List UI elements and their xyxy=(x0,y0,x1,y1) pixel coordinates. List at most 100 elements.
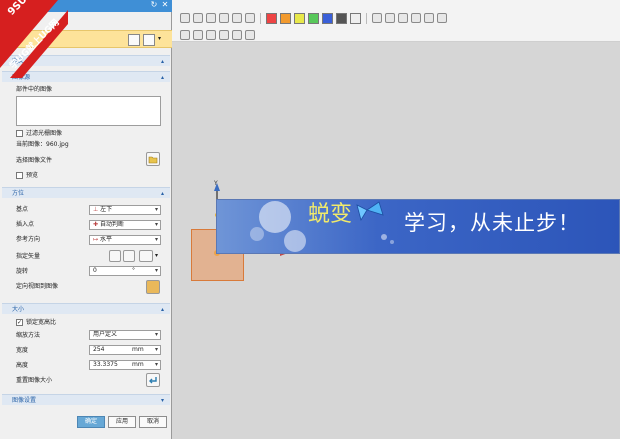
toolbar-row-2 xyxy=(180,28,255,42)
width-value: 254 xyxy=(93,346,105,353)
filter-icon[interactable] xyxy=(143,34,155,46)
body-icon[interactable] xyxy=(245,30,255,40)
section-size[interactable]: 大小 ▴ xyxy=(2,303,170,314)
collapse-icon[interactable]: ▴ xyxy=(161,56,164,67)
height-input[interactable]: 33.3375 mm ▾ xyxy=(89,360,161,370)
orient-view-icon[interactable] xyxy=(146,280,160,294)
toolbar-separator xyxy=(366,12,367,24)
line-icon[interactable] xyxy=(206,30,216,40)
watermark-badge: 9SUG 学UG就上UG网 xyxy=(0,0,68,78)
insertion-point-value: 自动判断 xyxy=(99,221,124,228)
reset-size-icon[interactable] xyxy=(146,373,160,387)
section-title: 大小 xyxy=(12,306,25,313)
reference-direction-label: 参考方向 xyxy=(16,236,41,243)
images-in-part-list[interactable] xyxy=(16,96,161,126)
chevron-down-icon: ▾ xyxy=(154,267,158,274)
pattern-icon[interactable] xyxy=(232,13,242,23)
reference-direction-value: 水平 xyxy=(99,236,112,243)
pencil-icon[interactable] xyxy=(437,13,447,23)
section-image-settings[interactable]: 图像设置 ▾ xyxy=(2,394,170,405)
close-icon[interactable]: ✕ xyxy=(161,1,169,9)
width-unit: mm xyxy=(132,346,144,353)
chevron-down-icon: ▾ xyxy=(154,206,158,213)
plane-icon[interactable] xyxy=(398,13,408,23)
swatch-yellow[interactable] xyxy=(294,12,305,24)
swatch-green[interactable] xyxy=(308,12,319,24)
collapse-icon[interactable]: ▴ xyxy=(161,304,164,315)
rotation-value: 0 xyxy=(93,267,97,274)
vector-axis-icon[interactable] xyxy=(123,250,135,262)
swatch-red[interactable] xyxy=(266,12,277,24)
images-in-part-label: 部件中的图像 xyxy=(16,86,53,93)
filter-raster-label: 过滤光栅图像 xyxy=(26,130,63,137)
lock-aspect-label: 锁定宽高比 xyxy=(26,319,57,326)
height-unit: mm xyxy=(132,361,144,368)
dropdown-icon[interactable] xyxy=(245,13,255,23)
point-icon: ✚ xyxy=(93,221,100,228)
chevron-down-icon: ▾ xyxy=(154,331,158,338)
lock-aspect-checkbox[interactable]: ✓ xyxy=(16,319,23,326)
select-icon[interactable] xyxy=(128,34,140,46)
box-icon[interactable] xyxy=(372,13,382,23)
filter-raster-checkbox[interactable] xyxy=(16,130,23,137)
swatch-white[interactable] xyxy=(350,12,361,24)
open-folder-icon[interactable] xyxy=(146,152,160,166)
ok-button[interactable]: 确定 xyxy=(77,416,105,428)
rotation-unit: ° xyxy=(132,267,135,274)
base-point-label: 基点 xyxy=(16,206,29,213)
toolbar-separator xyxy=(260,12,261,24)
reference-direction-select[interactable]: ↦ 水平 ▾ xyxy=(89,235,161,245)
chevron-down-icon[interactable]: ▾ xyxy=(155,252,158,259)
chevron-down-icon[interactable]: ▾ xyxy=(158,35,161,42)
width-label: 宽度 xyxy=(16,347,29,354)
section-title: 图像设置 xyxy=(12,397,37,404)
insertion-point-label: 插入点 xyxy=(16,221,35,228)
banner-text-2: 学习，从未止步！ xyxy=(404,211,580,235)
apply-button[interactable]: 应用 xyxy=(108,416,136,428)
rotation-input[interactable]: 0 ° ▾ xyxy=(89,266,161,276)
cancel-button[interactable]: 取消 xyxy=(139,416,167,428)
collapse-icon[interactable]: ▴ xyxy=(161,72,164,83)
height-label: 高度 xyxy=(16,362,29,369)
face-icon[interactable] xyxy=(232,30,242,40)
reset-icon[interactable]: ↻ xyxy=(150,1,158,9)
transform-icon[interactable] xyxy=(219,13,229,23)
select-image-file-label: 选择图像文件 xyxy=(16,157,53,164)
fill-icon[interactable] xyxy=(180,13,190,23)
banner-text-1: 蜕变 xyxy=(308,202,353,227)
chevron-down-icon: ▾ xyxy=(154,236,158,243)
swatch-dark[interactable] xyxy=(336,12,347,24)
collapse-icon[interactable]: ▴ xyxy=(161,188,164,199)
arc-icon[interactable] xyxy=(219,30,229,40)
width-input[interactable]: 254 mm ▾ xyxy=(89,345,161,355)
swatch-orange[interactable] xyxy=(280,12,291,24)
insertion-point-select[interactable]: ✚ 自动判断 ▾ xyxy=(89,220,161,230)
section-orientation[interactable]: 方位 ▴ xyxy=(2,187,170,198)
chevron-down-icon: ▾ xyxy=(154,346,158,353)
toolbar-row-1 xyxy=(180,11,447,25)
swatch-blue[interactable] xyxy=(322,12,333,24)
layer-icon[interactable] xyxy=(424,13,434,23)
sketch-icon[interactable] xyxy=(206,13,216,23)
view-icon[interactable] xyxy=(385,13,395,23)
scale-method-label: 缩放方法 xyxy=(16,332,41,339)
point-icon[interactable] xyxy=(193,30,203,40)
curve-icon[interactable] xyxy=(193,13,203,23)
reset-size-label: 重置图像大小 xyxy=(16,377,53,384)
svg-text:Y: Y xyxy=(213,180,218,187)
height-value: 33.3375 xyxy=(93,361,118,368)
chevron-down-icon: ▾ xyxy=(154,361,158,368)
orient-view-label: 定向视图到图像 xyxy=(16,283,59,290)
base-point-value: 左下 xyxy=(100,206,113,213)
base-point-select[interactable]: ⊥ 左下 ▾ xyxy=(89,205,161,215)
scale-method-select[interactable]: 用户定义 ▾ xyxy=(89,330,161,340)
current-image-label: 当前图像：960.jpg xyxy=(16,141,69,148)
vector-constructor-icon[interactable] xyxy=(139,250,153,262)
expand-icon[interactable]: ▾ xyxy=(161,395,164,406)
specify-vector-label: 指定矢量 xyxy=(16,253,41,260)
reverse-direction-icon[interactable] xyxy=(109,250,121,262)
snap-icon[interactable] xyxy=(180,30,190,40)
preview-checkbox[interactable] xyxy=(16,172,23,179)
preview-label: 预览 xyxy=(26,172,39,179)
section-icon[interactable] xyxy=(411,13,421,23)
